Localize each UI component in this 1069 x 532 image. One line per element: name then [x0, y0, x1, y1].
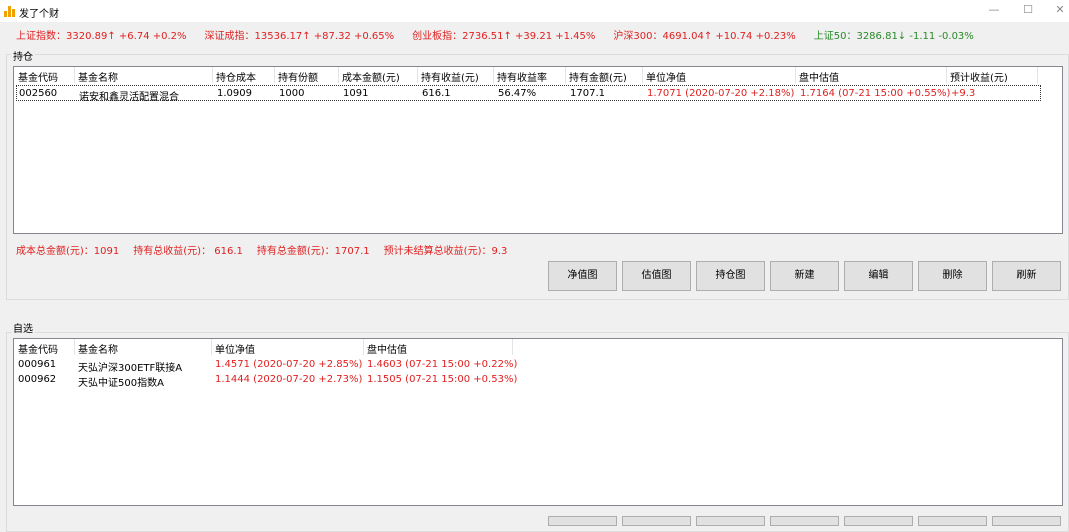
column-header[interactable]: 持仓成本: [216, 69, 256, 84]
watchlist-list[interactable]: 基金代码 基金名称 单位净值 盘中估值 000961 天弘沪深300ETF联接A 1.457…: [13, 338, 1063, 506]
column-header[interactable]: 基金名称: [78, 341, 118, 356]
table-cell: 1.7164 (07-21 15:00 +0.55%): [800, 88, 951, 99]
index-hs300: 沪深300：4691.04↑ +10.74 +0.23%: [613, 31, 796, 42]
total-cost: 成本总金额(元)：1091: [16, 246, 120, 257]
column-header[interactable]: 持有收益率: [497, 69, 547, 84]
watchlist-button[interactable]: [918, 516, 987, 526]
table-cell: 1.0909: [217, 88, 252, 99]
table-cell: 1091: [343, 88, 369, 99]
watchlist-button[interactable]: [696, 516, 765, 526]
table-cell: 1.7071 (2020-07-20 +2.18%): [647, 88, 795, 99]
list-header: 基金代码 基金名称 单位净值 盘中估值: [14, 339, 1062, 356]
table-cell: 1.1505 (07-21 15:00 +0.53%): [367, 374, 518, 385]
estimated-profit: 预计未结算总收益(元)：9.3: [383, 246, 508, 257]
index-sh: 上证指数：3320.89↑ +6.74 +0.2%: [16, 31, 187, 42]
watchlist-button[interactable]: [622, 516, 691, 526]
total-amount: 持有总金额(元)：1707.1: [256, 246, 370, 257]
button-4[interactable]: 编辑: [844, 261, 913, 291]
button-1[interactable]: 估值图: [622, 261, 691, 291]
table-cell: 1.4571 (2020-07-20 +2.85%): [215, 359, 363, 370]
app-logo-icon: [4, 5, 16, 17]
list-header: 基金代码 基金名称 持仓成本 持有份额 成本金额(元) 持有收益(元) 持有收益率 持有金额(…: [14, 67, 1062, 84]
watchlist-button[interactable]: [844, 516, 913, 526]
column-header[interactable]: 单位净值: [646, 69, 686, 84]
table-cell: 1707.1: [570, 88, 605, 99]
column-header[interactable]: 基金代码: [18, 341, 58, 356]
minimize-button[interactable]: —: [979, 3, 1009, 19]
table-cell: 000961: [18, 359, 57, 370]
watchlist-button[interactable]: [548, 516, 617, 526]
table-row[interactable]: 002560 诺安和鑫灵活配置混合 1.0909 1000 1091 616.1 56.47…: [16, 85, 1041, 103]
button-5[interactable]: 删除: [918, 261, 987, 291]
holdings-list[interactable]: 基金代码 基金名称 持仓成本 持有份额 成本金额(元) 持有收益(元) 持有收益率 持有金额(…: [13, 66, 1063, 234]
button-2[interactable]: 持仓图: [696, 261, 765, 291]
column-header[interactable]: 基金代码: [18, 69, 58, 84]
index-sz: 深证成指：13536.17↑ +87.32 +0.65%: [204, 31, 395, 42]
watchlist-button[interactable]: [992, 516, 1061, 526]
column-header[interactable]: 盘中估值: [799, 69, 839, 84]
window-title: 发了个财: [19, 9, 59, 20]
table-cell: 000962: [18, 374, 57, 385]
watchlist-label: 自选: [11, 320, 35, 335]
watchlist-button[interactable]: [770, 516, 839, 526]
button-6[interactable]: 刷新: [992, 261, 1061, 291]
column-header[interactable]: 成本金额(元): [342, 69, 400, 84]
market-indices: 上证指数：3320.89↑ +6.74 +0.2% 深证成指：13536.17↑ …: [16, 27, 992, 42]
button-3[interactable]: 新建: [770, 261, 839, 291]
column-header[interactable]: 盘中估值: [367, 341, 407, 356]
index-cyb: 创业板指：2736.51↑ +39.21 +1.45%: [412, 31, 596, 42]
button-0[interactable]: 净值图: [548, 261, 617, 291]
table-cell: 诺安和鑫灵活配置混合: [79, 92, 179, 103]
column-header[interactable]: 单位净值: [215, 341, 255, 356]
index-sz50: 上证50：3286.81↓ -1.11 -0.03%: [813, 31, 974, 42]
column-header[interactable]: 持有金额(元): [569, 69, 627, 84]
table-cell: 1.1444 (2020-07-20 +2.73%): [215, 374, 363, 385]
column-header[interactable]: 基金名称: [78, 69, 118, 84]
table-cell: 1000: [279, 88, 305, 99]
table-row[interactable]: 000961 天弘沪深300ETF联接A 1.4571 (2020-07-20 +2…: [14, 357, 1062, 374]
column-header[interactable]: 预计收益(元): [950, 69, 1008, 84]
holdings-summary: 成本总金额(元)：1091 持有总收益(元)： 616.1 持有总金额(元)：170…: [16, 242, 521, 257]
table-cell: 1.4603 (07-21 15:00 +0.22%): [367, 359, 518, 370]
title-bar: 发了个财 — ☐ ✕: [0, 0, 1069, 22]
table-row[interactable]: 000962 天弘中证500指数A 1.1444 (2020-07-20 +2.73…: [14, 372, 1062, 389]
column-header[interactable]: 持有份额: [278, 69, 318, 84]
column-header[interactable]: 持有收益(元): [421, 69, 479, 84]
holdings-label: 持仓: [11, 48, 35, 63]
total-profit: 持有总收益(元)： 616.1: [133, 246, 243, 257]
table-cell: 56.47%: [498, 88, 537, 99]
close-button[interactable]: ✕: [1045, 3, 1069, 19]
table-cell: 616.1: [422, 88, 451, 99]
table-cell: 天弘中证500指数A: [78, 378, 164, 389]
table-cell: +9.3: [951, 88, 976, 99]
table-cell: 002560: [19, 88, 58, 99]
maximize-button[interactable]: ☐: [1013, 3, 1043, 19]
